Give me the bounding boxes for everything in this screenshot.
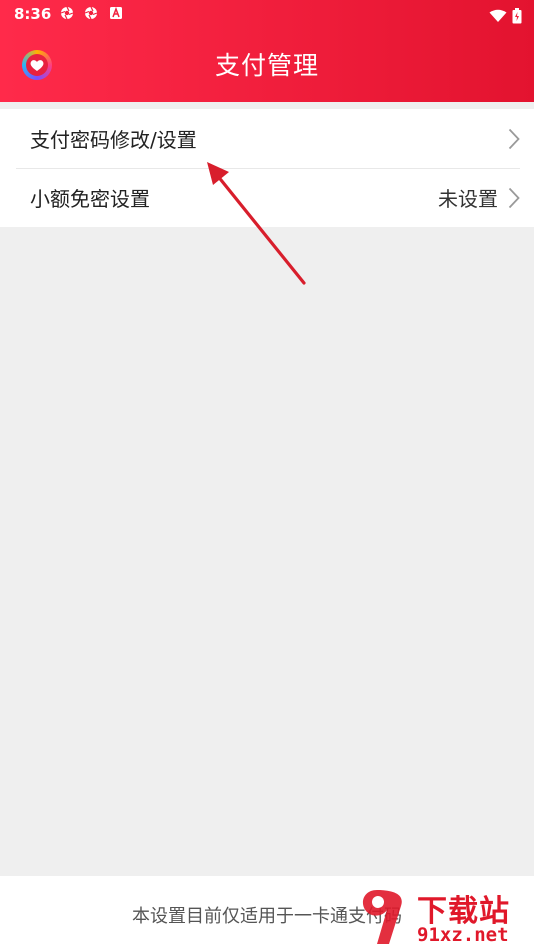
annotation-arrow-icon [207, 162, 306, 285]
watermark-domain: 91xz.net [417, 924, 509, 946]
watermark-logo-icon [362, 890, 402, 944]
watermark: 下载站 91xz.net [355, 884, 530, 950]
